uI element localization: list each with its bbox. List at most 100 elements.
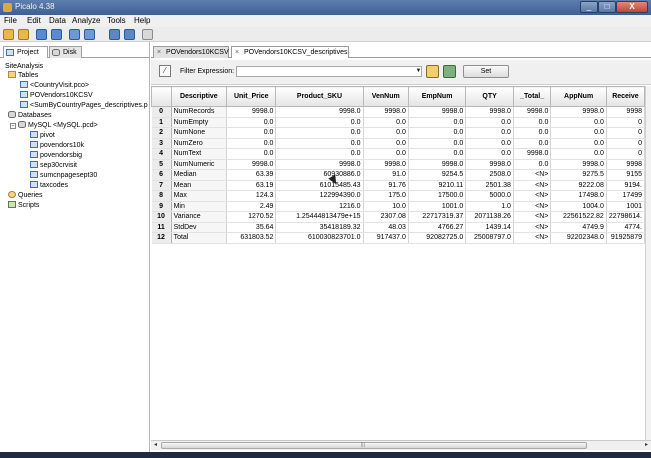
row-number[interactable]: 0 — [151, 106, 172, 118]
table-cell[interactable]: <N> — [513, 222, 552, 233]
table-cell[interactable]: 631803.52 — [226, 232, 277, 244]
table-cell[interactable]: 610030823701.0 — [275, 232, 364, 244]
descriptive-cell[interactable]: StdDev — [171, 222, 228, 233]
menu-help[interactable]: Help — [134, 16, 150, 25]
table-cell[interactable]: 0.0 — [363, 127, 409, 139]
tab-disk[interactable]: Disk — [49, 46, 82, 58]
table-cell[interactable]: 92082725.0 — [408, 232, 467, 244]
table-cell[interactable]: 0.0 — [275, 127, 364, 139]
filter-builder-icon[interactable] — [443, 65, 456, 78]
column-header[interactable]: EmpNum — [407, 86, 467, 107]
table-cell[interactable]: 0.0 — [513, 159, 552, 170]
tree-db-mysql[interactable]: − MySQL <MySQL.pcd> — [10, 121, 98, 130]
table-cell[interactable]: 0.0 — [363, 117, 409, 128]
table-cell[interactable]: 17499 — [606, 190, 645, 202]
table-cell[interactable]: 0.0 — [275, 117, 364, 128]
open-file-icon[interactable] — [18, 29, 29, 40]
tree-queries[interactable]: Queries — [8, 191, 43, 200]
table-cell[interactable]: 61015485.43 — [275, 180, 364, 191]
menu-edit[interactable]: Edit — [27, 16, 41, 25]
save-all-icon[interactable] — [51, 29, 62, 40]
table-cell[interactable]: 0.0 — [465, 138, 514, 149]
row-number[interactable]: 3 — [151, 138, 172, 149]
column-header[interactable]: _Total_ — [512, 86, 552, 107]
descriptive-cell[interactable]: Median — [171, 169, 228, 181]
descriptive-cell[interactable]: NumZero — [171, 138, 228, 149]
table-cell[interactable]: 0.0 — [275, 138, 364, 149]
menu-analyze[interactable]: Analyze — [72, 16, 100, 25]
table-cell[interactable]: 9998.0 — [465, 159, 514, 170]
tree-table-item[interactable]: <SumByCountryPages_descriptives.p — [20, 101, 148, 110]
table-cell[interactable]: 22561522.82 — [550, 211, 607, 223]
table-row[interactable]: 0 NumRecords 9998.0 9998.0 9998.0 9998.0 9998.… — [151, 106, 645, 118]
vertical-scrollbar[interactable] — [645, 86, 651, 440]
table-cell[interactable]: 0.0 — [275, 148, 364, 160]
table-cell[interactable]: 10.0 — [363, 201, 409, 212]
table-cell[interactable]: 0.0 — [408, 138, 467, 149]
table-cell[interactable]: 0.0 — [550, 148, 607, 160]
table-cell[interactable]: 2508.0 — [465, 169, 514, 181]
table-cell[interactable]: 9998.0 — [465, 106, 514, 118]
row-number[interactable]: 9 — [151, 201, 172, 212]
row-number[interactable]: 1 — [151, 117, 172, 128]
data-grid[interactable]: Descriptive Unit_Price Product_SKU VenNum Em… — [151, 86, 645, 440]
table-cell[interactable]: 0.0 — [226, 138, 277, 149]
table-cell[interactable]: 9998.0 — [363, 159, 409, 170]
descriptive-cell[interactable]: Max — [171, 190, 228, 202]
table-row[interactable]: 1 NumEmpty 0.0 0.0 0.0 0.0 0.0 0.0 0.0 0 — [151, 117, 645, 128]
table-cell[interactable]: 0.0 — [408, 148, 467, 160]
table-cell[interactable]: 0.0 — [513, 117, 552, 128]
tree-db-table[interactable]: taxcodes — [30, 181, 68, 190]
filter-expression-input[interactable] — [236, 66, 422, 77]
horizontal-scrollbar[interactable]: ◂ ||| ▸ — [151, 440, 651, 450]
table-cell[interactable]: 0.0 — [408, 117, 467, 128]
table-cell[interactable]: 60930886.0 — [275, 169, 364, 181]
table-cell[interactable]: 0.0 — [550, 138, 607, 149]
descriptive-cell[interactable]: NumRecords — [171, 106, 228, 118]
table-cell[interactable]: 124.3 — [226, 190, 277, 202]
table-cell[interactable]: 5000.0 — [465, 190, 514, 202]
table-cell[interactable]: 91.76 — [363, 180, 409, 191]
table-row[interactable]: 3 NumZero 0.0 0.0 0.0 0.0 0.0 0.0 0.0 0 — [151, 138, 645, 149]
table-cell[interactable]: 9998.0 — [226, 106, 277, 118]
close-button[interactable]: X — [616, 1, 648, 13]
table-cell[interactable]: 1001.0 — [408, 201, 467, 212]
column-header[interactable]: VenNum — [362, 86, 409, 107]
menu-file[interactable]: File — [4, 16, 17, 25]
table-cell[interactable]: 0 — [606, 117, 645, 128]
column-header[interactable]: Unit_Price — [226, 86, 277, 107]
table-cell[interactable]: 0.0 — [226, 127, 277, 139]
table-row[interactable]: 5 NumNumeric 9998.0 9998.0 9998.0 9998.0 9998.… — [151, 159, 645, 170]
table-cell[interactable]: 0.0 — [550, 127, 607, 139]
table-cell[interactable]: 1.0 — [465, 201, 514, 212]
table-cell[interactable]: <N> — [513, 232, 552, 244]
table-cell[interactable]: 9998.0 — [275, 106, 364, 118]
row-number[interactable]: 7 — [151, 180, 172, 191]
table-cell[interactable]: 0.0 — [513, 127, 552, 139]
row-number[interactable]: 2 — [151, 127, 172, 139]
table-cell[interactable]: 63.39 — [226, 169, 277, 181]
table-cell[interactable]: 0 — [606, 127, 645, 139]
table-row[interactable]: 11 StdDev 35.64 35418189.32 48.03 4766.27 1439… — [151, 222, 645, 233]
table-cell[interactable]: <N> — [513, 169, 552, 181]
table-cell[interactable]: 9998.0 — [363, 106, 409, 118]
table-cell[interactable]: 0 — [606, 138, 645, 149]
minimize-button[interactable]: _ — [580, 1, 598, 13]
table-cell[interactable]: <N> — [513, 201, 552, 212]
menu-tools[interactable]: Tools — [107, 16, 126, 25]
row-number[interactable]: 12 — [151, 232, 172, 244]
tree-scripts[interactable]: Scripts — [8, 201, 39, 210]
row-number[interactable]: 10 — [151, 211, 172, 223]
table-cell[interactable]: 9998 — [606, 106, 645, 118]
close-tab-icon[interactable]: × — [157, 47, 161, 58]
table-cell[interactable]: 2071138.26 — [465, 211, 514, 223]
tree-db-table[interactable]: povendorsbig — [30, 151, 82, 160]
table-cell[interactable]: 9222.08 — [550, 180, 607, 191]
table-row[interactable]: 10 Variance 1270.52 1.25444813479e+15 2307.0… — [151, 211, 645, 223]
column-header[interactable]: Product_SKU — [275, 86, 364, 107]
tree-db-table[interactable]: sep30crvisit — [30, 161, 77, 170]
column-header[interactable]: Receive — [605, 86, 645, 107]
table-cell[interactable]: 9254.5 — [408, 169, 467, 181]
table-cell[interactable]: 9998.0 — [408, 106, 467, 118]
table-row[interactable]: 8 Max 124.3 122994390.0 175.0 17500.0 5000.0 <N… — [151, 190, 645, 202]
